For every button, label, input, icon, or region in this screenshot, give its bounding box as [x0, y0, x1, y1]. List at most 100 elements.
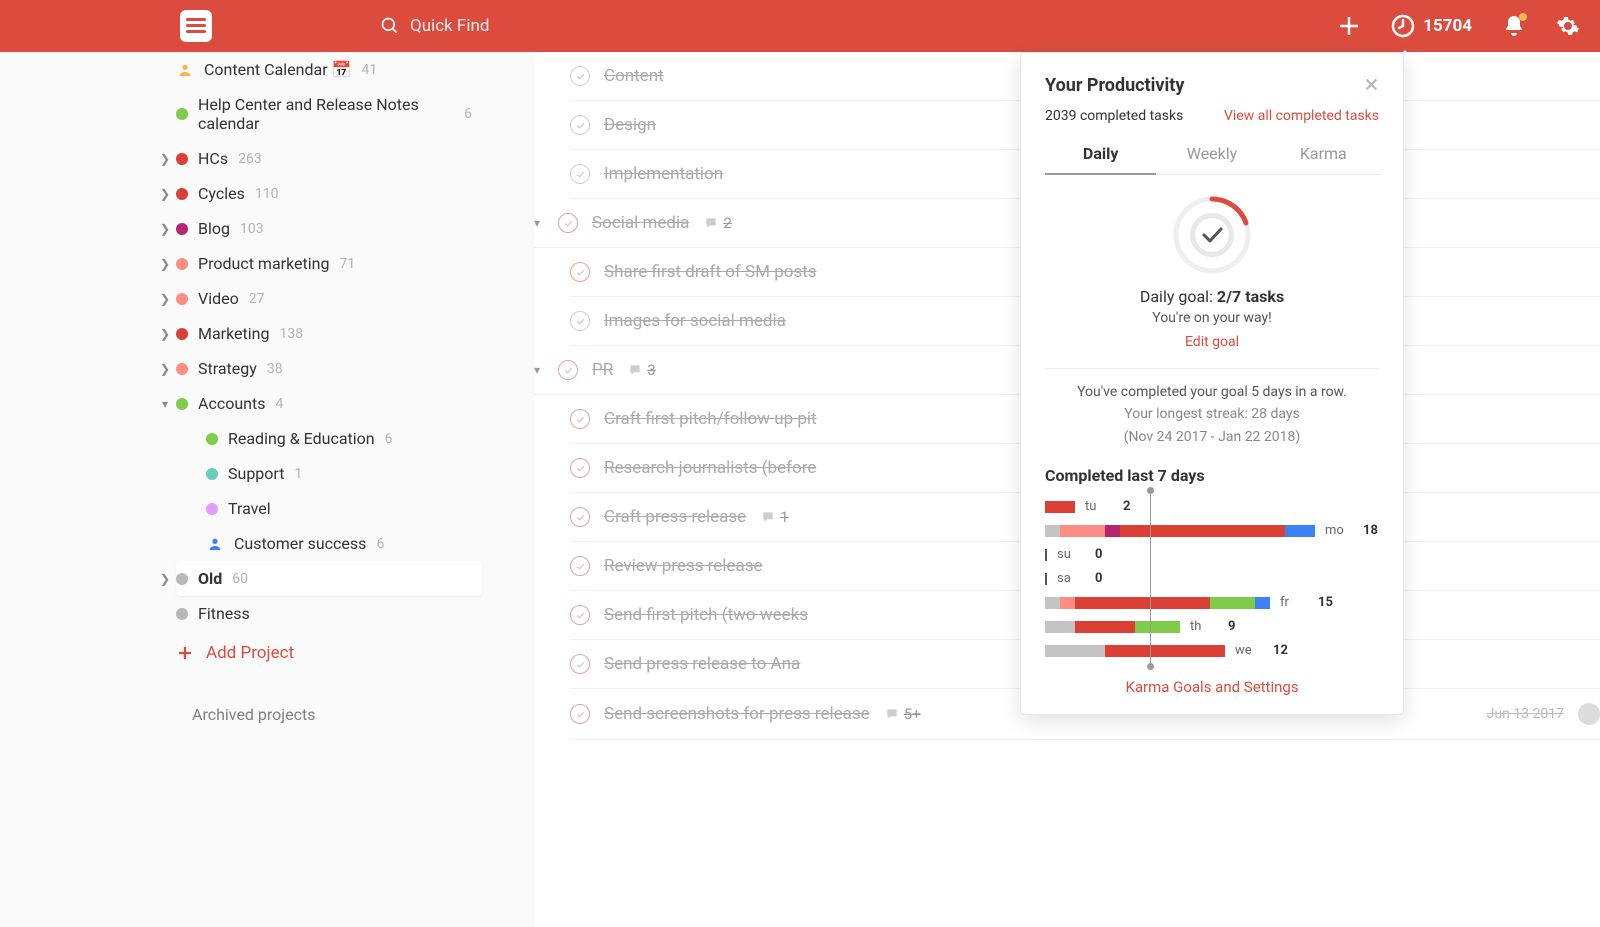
- task-checkbox[interactable]: [570, 311, 590, 331]
- task-checkbox[interactable]: [570, 556, 590, 576]
- sidebar-item-content-calendar[interactable]: Content Calendar 📅41: [176, 52, 482, 87]
- sidebar-item-help-center-and-release-notes-calendar[interactable]: Help Center and Release Notes calendar6: [176, 87, 482, 141]
- chevron-right-icon[interactable]: ❯: [158, 362, 172, 376]
- sidebar-item-fitness[interactable]: Fitness: [176, 596, 482, 631]
- chevron-right-icon[interactable]: ❯: [158, 257, 172, 271]
- tab-karma[interactable]: Karma: [1268, 134, 1379, 174]
- chevron-down-icon[interactable]: ▾: [534, 216, 540, 230]
- sidebar-item-blog[interactable]: ❯Blog103: [176, 211, 482, 246]
- header-actions: 15704: [1337, 14, 1580, 38]
- sidebar-item-marketing[interactable]: ❯Marketing138: [176, 316, 482, 351]
- task-checkbox[interactable]: [570, 115, 590, 135]
- project-color-icon: [176, 258, 188, 270]
- bar-value: 9: [1228, 619, 1235, 634]
- chevron-right-icon[interactable]: ❯: [158, 187, 172, 201]
- add-task-icon[interactable]: [1337, 14, 1361, 38]
- search-input[interactable]: [410, 16, 710, 36]
- task-checkbox[interactable]: [570, 409, 590, 429]
- archived-projects-link[interactable]: Archived projects: [176, 675, 482, 724]
- add-project-button[interactable]: Add Project: [176, 631, 482, 675]
- project-list: Content Calendar 📅41Help Center and Rele…: [176, 52, 482, 631]
- sidebar-item-product-marketing[interactable]: ❯Product marketing71: [176, 246, 482, 281]
- edit-goal-link[interactable]: Edit goal: [1045, 334, 1379, 350]
- assignee-avatar[interactable]: [1578, 703, 1600, 725]
- project-name: Help Center and Release Notes calendar: [198, 95, 454, 133]
- sidebar-item-accounts[interactable]: ▾Accounts4: [176, 386, 482, 421]
- comment-count[interactable]: 3: [627, 361, 655, 379]
- goal-medal-icon: [1172, 195, 1252, 275]
- project-color-icon: [176, 108, 188, 120]
- bar: [1045, 573, 1047, 585]
- sidebar-item-reading-education[interactable]: Reading & Education6: [176, 421, 482, 456]
- productivity-button[interactable]: 15704: [1391, 14, 1472, 38]
- task-title: Design: [604, 115, 656, 135]
- project-name: Video: [198, 289, 239, 308]
- close-icon[interactable]: ✕: [1364, 75, 1379, 96]
- plus-icon: [176, 644, 194, 662]
- task-checkbox[interactable]: [570, 704, 590, 724]
- chevron-right-icon[interactable]: ❯: [158, 292, 172, 306]
- task-title: Craft first pitch/follow up pit: [604, 409, 817, 429]
- task-checkbox[interactable]: [570, 605, 590, 625]
- project-color-icon: [176, 363, 188, 375]
- task-checkbox[interactable]: [558, 360, 578, 380]
- completed-chart: tu2mo18su0sa0fr15th9we12: [1045, 499, 1379, 658]
- sidebar-item-cycles[interactable]: ❯Cycles110: [176, 176, 482, 211]
- task-checkbox[interactable]: [570, 262, 590, 282]
- bar: [1045, 645, 1225, 657]
- chevron-down-icon[interactable]: ▾: [534, 363, 540, 377]
- chevron-down-icon[interactable]: ▾: [158, 397, 172, 411]
- comment-count[interactable]: 5+: [884, 705, 921, 723]
- bar-row: sa0: [1045, 571, 1379, 586]
- settings-icon[interactable]: [1556, 14, 1580, 38]
- bar-day-label: mo: [1325, 523, 1353, 538]
- sidebar-item-customer-success[interactable]: Customer success6: [176, 526, 482, 561]
- project-color-icon: [176, 608, 188, 620]
- person-icon: [206, 535, 224, 553]
- bars-title: Completed last 7 days: [1045, 466, 1379, 485]
- sidebar-item-travel[interactable]: Travel: [176, 491, 482, 526]
- task-checkbox[interactable]: [570, 507, 590, 527]
- task-checkbox[interactable]: [570, 164, 590, 184]
- project-count: 38: [267, 361, 283, 377]
- tab-daily[interactable]: Daily: [1045, 134, 1156, 175]
- project-color-icon: [176, 188, 188, 200]
- comment-count[interactable]: 1: [760, 508, 788, 526]
- view-all-link[interactable]: View all completed tasks: [1224, 108, 1379, 124]
- chevron-right-icon[interactable]: ❯: [158, 152, 172, 166]
- sidebar-item-strategy[interactable]: ❯Strategy38: [176, 351, 482, 386]
- karma-settings-link[interactable]: Karma Goals and Settings: [1045, 678, 1379, 696]
- header-left: [20, 10, 350, 42]
- header-search[interactable]: [380, 16, 1337, 36]
- sidebar-item-support[interactable]: Support1: [176, 456, 482, 491]
- sidebar-item-hcs[interactable]: ❯HCs263: [176, 141, 482, 176]
- bar: [1045, 549, 1047, 561]
- notification-dot-icon: [1519, 13, 1527, 21]
- project-color-icon: [176, 398, 188, 410]
- goal-subtitle: You're on your way!: [1045, 310, 1379, 326]
- task-checkbox[interactable]: [570, 66, 590, 86]
- search-icon: [380, 16, 400, 36]
- task-date: Jun 13 2017: [1487, 706, 1564, 722]
- notifications-button[interactable]: [1502, 14, 1526, 38]
- tab-weekly[interactable]: Weekly: [1156, 134, 1267, 174]
- productivity-panel: Your Productivity ✕ 2039 completed tasks…: [1020, 52, 1404, 715]
- task-checkbox[interactable]: [558, 213, 578, 233]
- comment-count[interactable]: 2: [703, 214, 731, 232]
- chevron-right-icon[interactable]: ❯: [158, 572, 172, 586]
- project-count: 6: [385, 431, 393, 447]
- chevron-right-icon[interactable]: ❯: [158, 222, 172, 236]
- streak-text: You've completed your goal 5 days in a r…: [1045, 381, 1379, 448]
- task-checkbox[interactable]: [570, 458, 590, 478]
- project-name: Strategy: [198, 359, 257, 378]
- app-logo-icon[interactable]: [180, 10, 212, 42]
- project-name: Fitness: [198, 604, 250, 623]
- chevron-right-icon[interactable]: ❯: [158, 327, 172, 341]
- task-title: Share first draft of SM posts: [604, 262, 817, 282]
- task-checkbox[interactable]: [570, 654, 590, 674]
- sidebar-item-old[interactable]: ❯Old60: [176, 561, 482, 596]
- task-title: PR: [592, 360, 613, 380]
- project-count: 6: [376, 536, 384, 552]
- project-color-icon: [206, 468, 218, 480]
- sidebar-item-video[interactable]: ❯Video27: [176, 281, 482, 316]
